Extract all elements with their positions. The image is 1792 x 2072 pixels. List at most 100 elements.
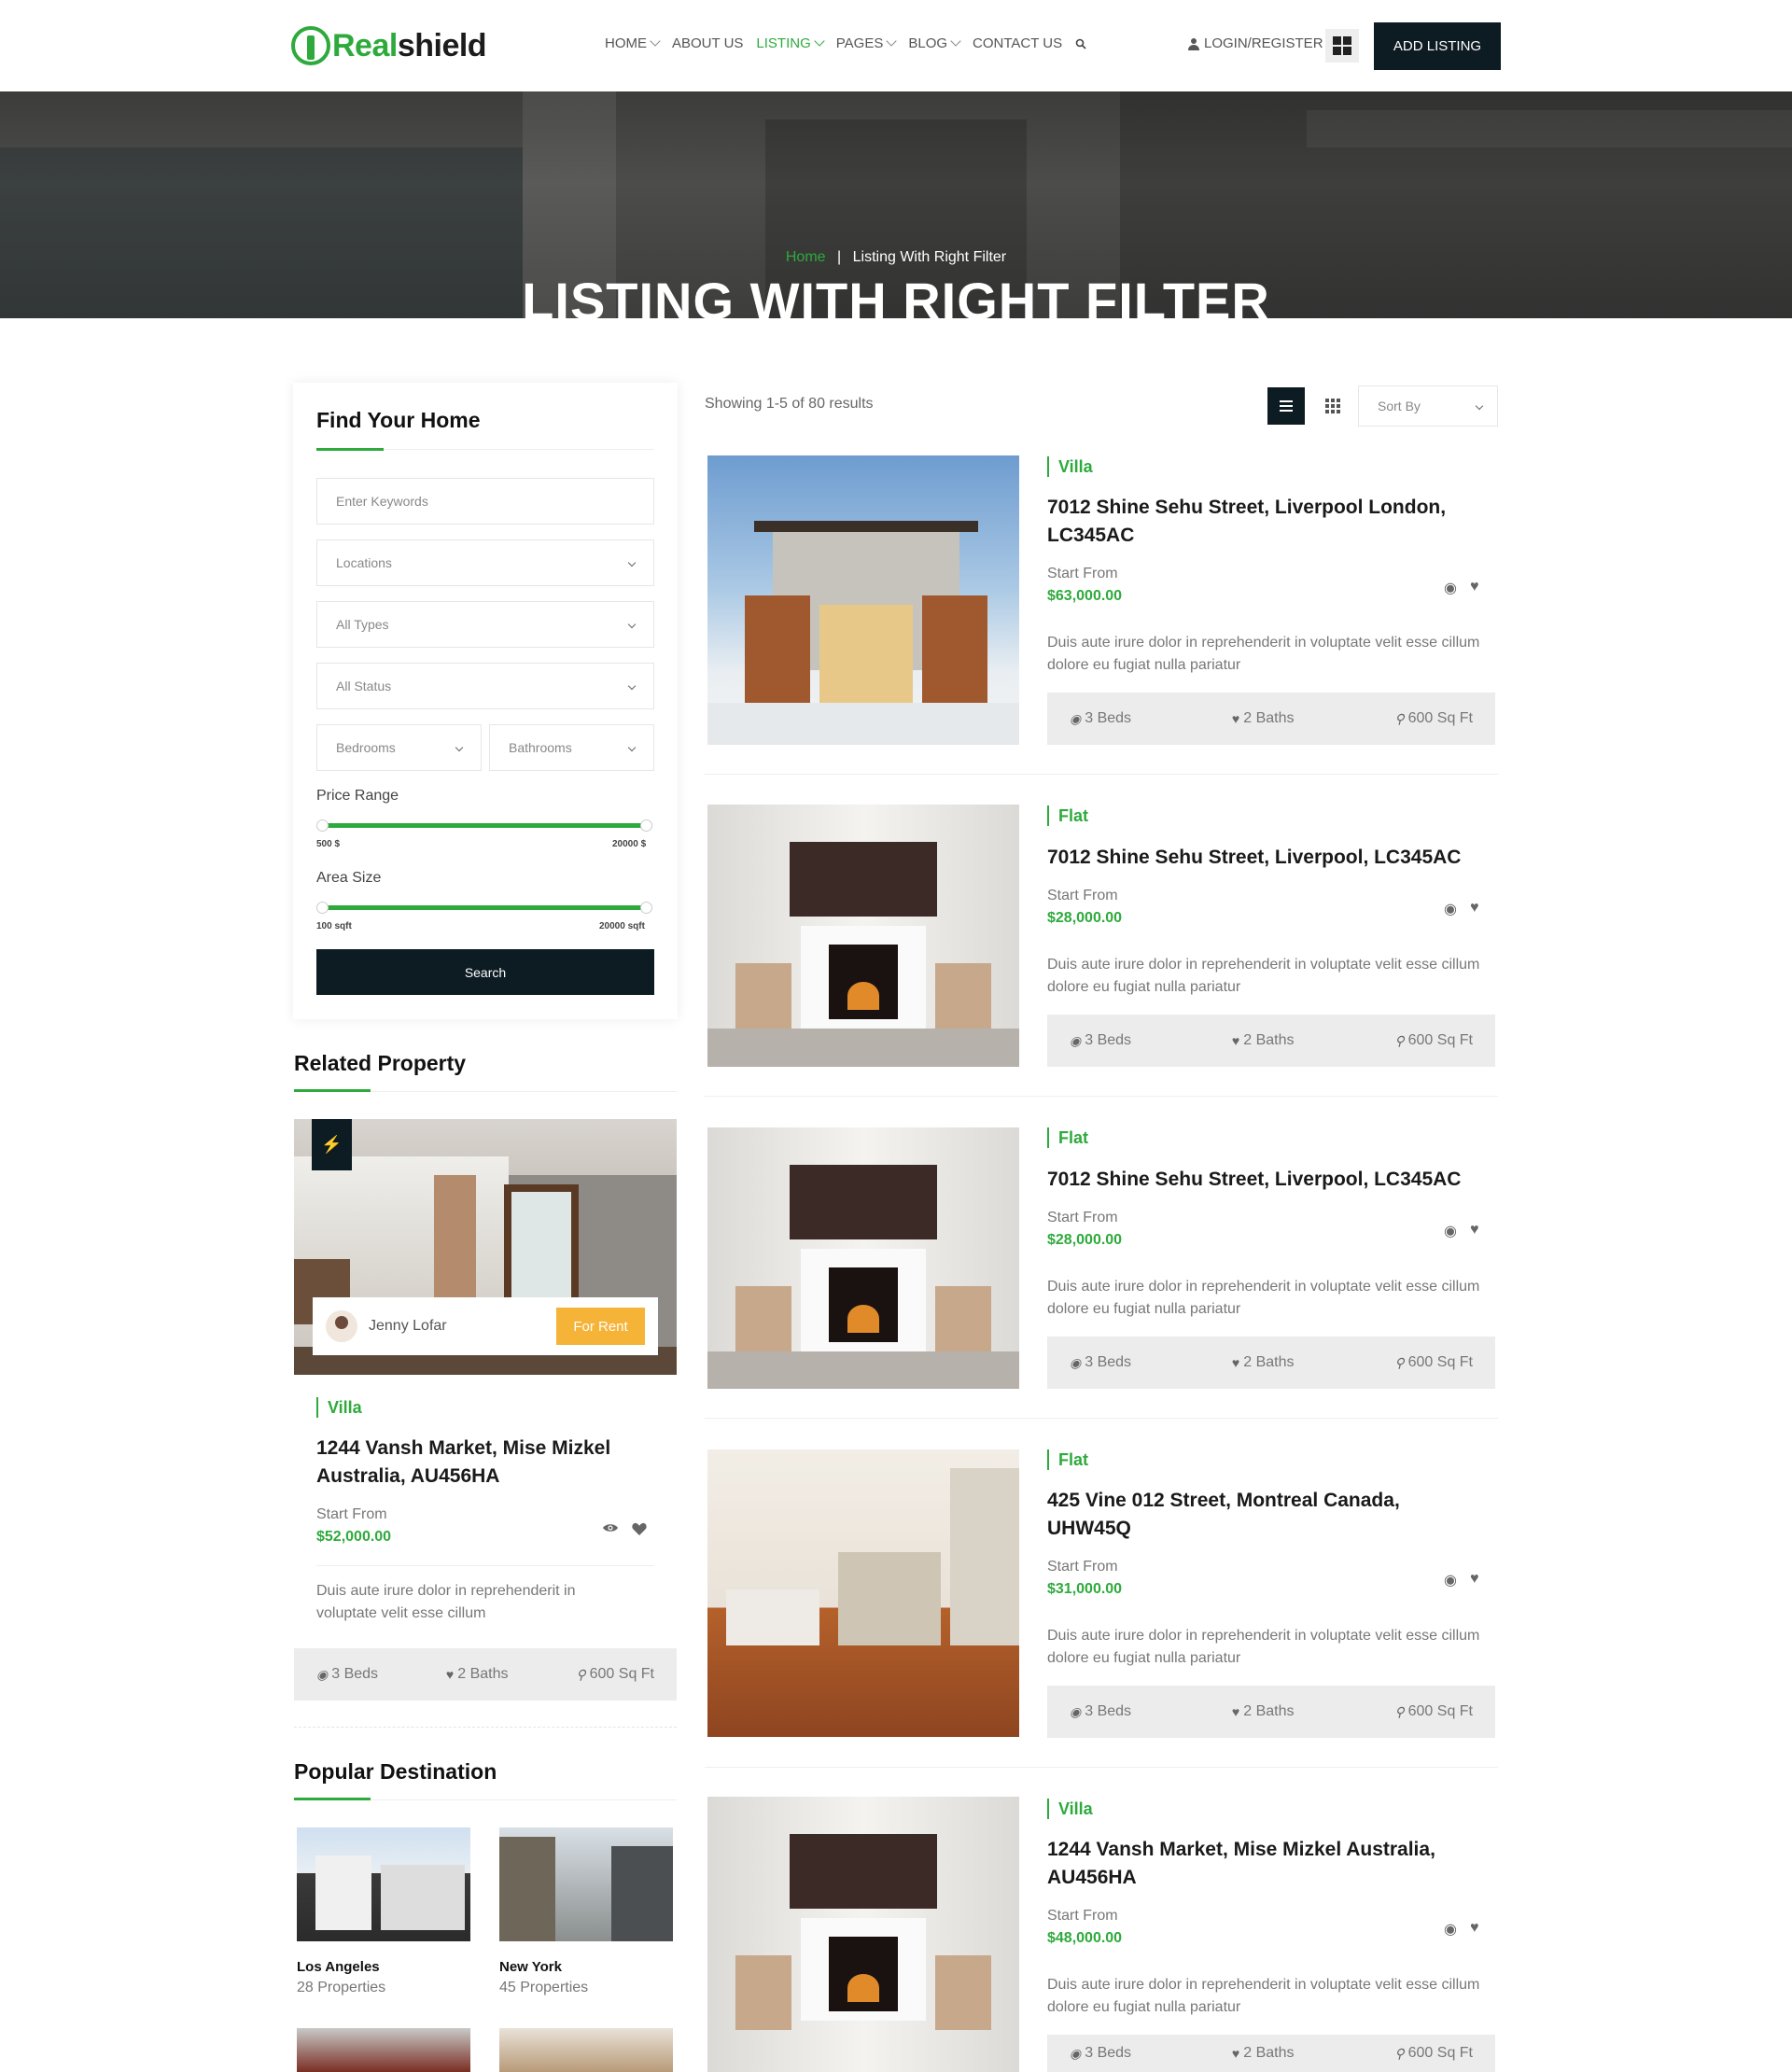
nav-about[interactable]: ABOUT US	[672, 35, 743, 51]
search-icon[interactable]	[1075, 35, 1086, 51]
area-slider-max-handle[interactable]	[640, 902, 652, 914]
eye-icon[interactable]: ◉	[1444, 900, 1457, 918]
grid-view-button[interactable]	[1314, 387, 1351, 425]
chevron-down-icon	[627, 681, 637, 691]
nav-pages[interactable]: PAGES	[836, 35, 898, 51]
price-slider-max-handle[interactable]	[640, 819, 652, 832]
destination-los-angeles-image[interactable]	[297, 1827, 470, 1941]
eye-icon[interactable]: ◉	[1444, 1920, 1457, 1939]
breadcrumb-home[interactable]: Home	[786, 249, 826, 265]
nav-blog[interactable]: BLOG	[908, 35, 961, 51]
bedrooms-select[interactable]: Bedrooms	[316, 724, 482, 771]
destination-count: 45 Properties	[499, 1980, 589, 1995]
eye-icon: ◉	[316, 1666, 329, 1682]
destination-image[interactable]	[499, 2028, 673, 2072]
listing-description: Duis aute irure dolor in reprehenderit i…	[1047, 1628, 1480, 1666]
listing-address[interactable]: 7012 Shine Sehu Street, Liverpool London…	[1047, 494, 1477, 550]
destination-new-york-image[interactable]	[499, 1827, 673, 1941]
listing-image[interactable]	[707, 1127, 1019, 1389]
breadcrumb-current: Listing With Right Filter	[852, 249, 1007, 265]
eye-icon: ◉	[1070, 710, 1082, 726]
site-header: Realshield HOME ABOUT US LISTING PAGES B…	[0, 0, 1792, 91]
keywords-input[interactable]: Enter Keywords	[316, 478, 654, 525]
listing-start-from: Start From	[1047, 1210, 1118, 1225]
area-size-label: Area Size	[316, 870, 382, 886]
heart-icon[interactable]: ♥	[1470, 1222, 1479, 1240]
listing-price: $48,000.00	[1047, 1930, 1123, 1946]
login-register-link[interactable]: LOGIN/REGISTER	[1187, 35, 1323, 51]
types-select[interactable]: All Types	[316, 601, 654, 648]
listing-type: Flat	[1047, 1127, 1088, 1148]
listing-meta: ◉ 3 Beds ♥ 2 Baths ⚲ 600 Sq Ft	[1047, 2035, 1495, 2072]
heart-icon: ♥	[445, 1667, 455, 1682]
destination-name[interactable]: Los Angeles	[297, 1959, 380, 1975]
bathrooms-select[interactable]: Bathrooms	[489, 724, 654, 771]
area-slider-min-handle[interactable]	[316, 902, 329, 914]
listing-meta: ◉ 3 Beds ♥ 2 Baths ⚲ 600 Sq Ft	[1047, 1015, 1495, 1067]
locations-select[interactable]: Locations	[316, 539, 654, 586]
main-nav: HOME ABOUT US LISTING PAGES BLOG CONTACT…	[605, 35, 1099, 51]
listing-price: $31,000.00	[1047, 1581, 1123, 1597]
related-address[interactable]: 1244 Vansh Market, Mise Mizkel Australia…	[316, 1435, 652, 1491]
nav-home[interactable]: HOME	[605, 35, 661, 51]
heart-icon: ♥	[1231, 1033, 1240, 1048]
listing-start-from: Start From	[1047, 1908, 1118, 1924]
area-slider-track[interactable]	[322, 905, 645, 910]
area-max-value: 20000 sqft	[599, 921, 645, 931]
listing-price: $63,000.00	[1047, 588, 1123, 604]
destination-name[interactable]: New York	[499, 1959, 562, 1975]
for-rent-badge[interactable]: For Rent	[556, 1308, 645, 1345]
heart-icon[interactable]: ♥	[1470, 1920, 1479, 1939]
grid-menu-button[interactable]	[1325, 29, 1359, 63]
status-select[interactable]: All Status	[316, 663, 654, 709]
heart-icon[interactable]: ♥	[1470, 1571, 1479, 1589]
eye-icon: ◉	[1070, 1354, 1082, 1370]
related-type: Villa	[316, 1397, 362, 1418]
list-view-button[interactable]	[1267, 387, 1305, 425]
listing-type: Flat	[1047, 1449, 1088, 1470]
listing-image[interactable]	[707, 1797, 1019, 2072]
listing-address[interactable]: 7012 Shine Sehu Street, Liverpool, LC345…	[1047, 1166, 1495, 1194]
heart-icon: ♥	[1231, 1355, 1240, 1370]
comments-icon: ⚲	[1394, 710, 1405, 726]
price-max-value: 20000 $	[612, 839, 647, 849]
listing-address[interactable]: 425 Vine 012 Street, Montreal Canada, UH…	[1047, 1487, 1477, 1543]
related-start-from: Start From	[316, 1506, 387, 1522]
listing-address[interactable]: 1244 Vansh Market, Mise Mizkel Australia…	[1047, 1836, 1477, 1892]
destination-image[interactable]	[297, 2028, 470, 2072]
listing-image[interactable]	[707, 1449, 1019, 1737]
price-slider-track[interactable]	[322, 823, 645, 828]
sort-select[interactable]: Sort By	[1358, 385, 1498, 427]
related-description: Duis aute irure dolor in reprehenderit i…	[316, 1583, 576, 1621]
search-button[interactable]: Search	[316, 949, 654, 995]
listing-price: $28,000.00	[1047, 910, 1123, 926]
heart-icon[interactable]	[632, 1522, 647, 1535]
logo-text-a: Real	[332, 27, 398, 63]
nav-contact[interactable]: CONTACT US	[973, 35, 1062, 51]
user-icon	[1188, 37, 1199, 50]
listing-type: Flat	[1047, 805, 1088, 826]
eye-icon[interactable]	[602, 1522, 619, 1533]
listing-image[interactable]	[707, 455, 1019, 745]
heart-icon[interactable]: ♥	[1470, 579, 1479, 597]
heart-icon[interactable]: ♥	[1470, 900, 1479, 918]
add-listing-button[interactable]: ADD LISTING	[1374, 22, 1501, 70]
featured-bolt-icon: ⚡	[312, 1119, 352, 1170]
listing-image[interactable]	[707, 805, 1019, 1067]
heart-icon: ♥	[1231, 2046, 1240, 2061]
heart-icon: ♥	[1231, 711, 1240, 726]
destination-count: 28 Properties	[297, 1980, 386, 1995]
logo[interactable]: Realshield	[291, 24, 487, 67]
eye-icon[interactable]: ◉	[1444, 579, 1457, 597]
eye-icon[interactable]: ◉	[1444, 1222, 1457, 1240]
page-title: LISTING WITH RIGHT FILTER	[522, 272, 1270, 318]
related-title: Related Property	[294, 1051, 467, 1075]
price-slider-min-handle[interactable]	[316, 819, 329, 832]
agent-name[interactable]: Jenny Lofar	[369, 1318, 447, 1335]
nav-listing[interactable]: LISTING	[756, 35, 825, 51]
comments-icon: ⚲	[1394, 1032, 1405, 1048]
results-count: Showing 1-5 of 80 results	[705, 396, 874, 412]
eye-icon[interactable]: ◉	[1444, 1571, 1457, 1589]
listing-description: Duis aute irure dolor in reprehenderit i…	[1047, 1279, 1480, 1317]
listing-address[interactable]: 7012 Shine Sehu Street, Liverpool, LC345…	[1047, 844, 1495, 872]
